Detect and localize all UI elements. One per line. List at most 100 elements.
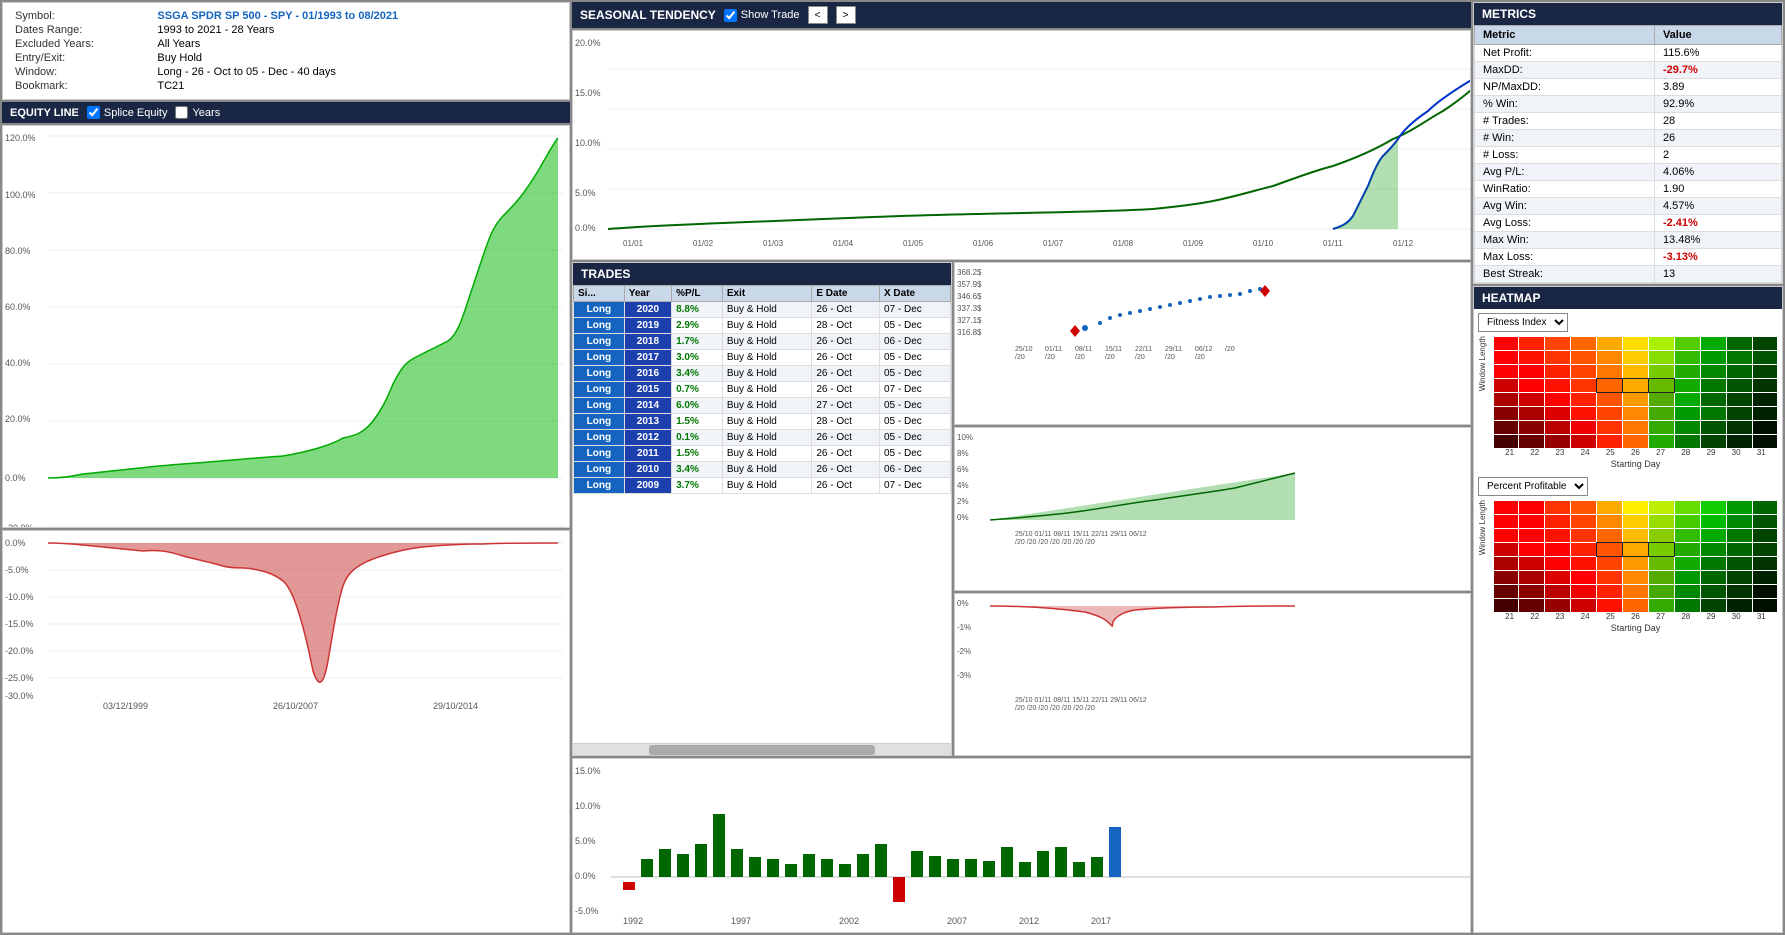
heatmap-cell[interactable] — [1701, 393, 1726, 406]
heatmap-cell[interactable] — [1519, 365, 1544, 378]
heatmap-cell[interactable] — [1623, 351, 1648, 364]
heatmap-cell[interactable] — [1571, 407, 1596, 420]
heatmap-cell[interactable] — [1571, 501, 1596, 514]
heatmap-cell[interactable] — [1494, 421, 1519, 434]
heatmap-cell[interactable] — [1571, 571, 1596, 584]
trades-table-wrap[interactable]: Si... Year %P/L Exit E Date X Date Long … — [573, 285, 951, 743]
heatmap-cell[interactable] — [1649, 365, 1674, 378]
heatmap-cell[interactable] — [1675, 365, 1700, 378]
heatmap-cell[interactable] — [1675, 351, 1700, 364]
heatmap-cell[interactable] — [1701, 515, 1726, 528]
heatmap-cell[interactable] — [1727, 557, 1752, 570]
heatmap-cell[interactable] — [1649, 501, 1674, 514]
heatmap-cell[interactable] — [1519, 393, 1544, 406]
heatmap-cell[interactable] — [1649, 351, 1674, 364]
heatmap-cell[interactable] — [1753, 337, 1778, 350]
heatmap-cell[interactable] — [1597, 529, 1622, 542]
heatmap-cell[interactable] — [1494, 529, 1519, 542]
heatmap-cell[interactable] — [1701, 501, 1726, 514]
heatmap-cell[interactable] — [1727, 379, 1752, 392]
heatmap-cell[interactable] — [1701, 571, 1726, 584]
heatmap-cell[interactable] — [1545, 585, 1570, 598]
heatmap-cell[interactable] — [1753, 421, 1778, 434]
years-checkbox[interactable] — [175, 106, 188, 119]
heatmap-cell[interactable] — [1545, 529, 1570, 542]
heatmap-cell[interactable] — [1623, 435, 1648, 448]
heatmap-cell[interactable] — [1649, 599, 1674, 612]
heatmap-cell[interactable] — [1571, 585, 1596, 598]
table-row[interactable]: Long 2018 1.7% Buy & Hold 26 - Oct 06 - … — [574, 334, 951, 350]
heatmap-cell[interactable] — [1494, 351, 1519, 364]
heatmap-cell[interactable] — [1519, 529, 1544, 542]
splice-equity-label[interactable]: Splice Equity — [87, 106, 168, 119]
table-row[interactable]: Long 2020 8.8% Buy & Hold 26 - Oct 07 - … — [574, 302, 951, 318]
heatmap-cell[interactable] — [1727, 529, 1752, 542]
heatmap-cell[interactable] — [1623, 571, 1648, 584]
table-row[interactable]: Long 2009 3.7% Buy & Hold 26 - Oct 07 - … — [574, 478, 951, 494]
table-row[interactable]: Long 2012 0.1% Buy & Hold 26 - Oct 05 - … — [574, 430, 951, 446]
heatmap-cell[interactable] — [1675, 407, 1700, 420]
heatmap-cell[interactable] — [1623, 599, 1648, 612]
heatmap-cell[interactable] — [1649, 543, 1674, 556]
heatmap-cell[interactable] — [1727, 421, 1752, 434]
heatmap-cell[interactable] — [1727, 365, 1752, 378]
heatmap-cell[interactable] — [1753, 599, 1778, 612]
heatmap-cell[interactable] — [1649, 585, 1674, 598]
heatmap-cell[interactable] — [1675, 571, 1700, 584]
heatmap-cell[interactable] — [1753, 585, 1778, 598]
heatmap-cell[interactable] — [1494, 407, 1519, 420]
heatmap-cell[interactable] — [1545, 435, 1570, 448]
heatmap-cell[interactable] — [1597, 585, 1622, 598]
heatmap-cell[interactable] — [1675, 501, 1700, 514]
heatmap-cell[interactable] — [1753, 543, 1778, 556]
heatmap-cell[interactable] — [1701, 543, 1726, 556]
heatmap-cell[interactable] — [1597, 379, 1622, 392]
heatmap-cell[interactable] — [1675, 543, 1700, 556]
heatmap-cell[interactable] — [1701, 379, 1726, 392]
heatmap-cell[interactable] — [1597, 557, 1622, 570]
heatmap-cell[interactable] — [1675, 337, 1700, 350]
heatmap-cell[interactable] — [1727, 337, 1752, 350]
heatmap-cell[interactable] — [1597, 351, 1622, 364]
heatmap-cell[interactable] — [1649, 407, 1674, 420]
heatmap-cell[interactable] — [1753, 571, 1778, 584]
heatmap-cell[interactable] — [1623, 379, 1648, 392]
heatmap-cell[interactable] — [1649, 571, 1674, 584]
heatmap-cell[interactable] — [1623, 421, 1648, 434]
heatmap-cell[interactable] — [1597, 571, 1622, 584]
heatmap-cell[interactable] — [1623, 585, 1648, 598]
heatmap-cell[interactable] — [1571, 529, 1596, 542]
heatmap-cell[interactable] — [1701, 435, 1726, 448]
heatmap-cell[interactable] — [1727, 351, 1752, 364]
heatmap-cell[interactable] — [1597, 543, 1622, 556]
heatmap-cell[interactable] — [1519, 585, 1544, 598]
years-label[interactable]: Years — [175, 106, 220, 119]
heatmap-cell[interactable] — [1571, 393, 1596, 406]
heatmap-cell[interactable] — [1545, 379, 1570, 392]
heatmap-cell[interactable] — [1597, 393, 1622, 406]
heatmap-cell[interactable] — [1675, 529, 1700, 542]
heatmap-cell[interactable] — [1545, 393, 1570, 406]
table-row[interactable]: Long 2015 0.7% Buy & Hold 26 - Oct 07 - … — [574, 382, 951, 398]
heatmap-cell[interactable] — [1494, 379, 1519, 392]
heatmap-cell[interactable] — [1597, 599, 1622, 612]
heatmap-cell[interactable] — [1753, 393, 1778, 406]
heatmap-cell[interactable] — [1701, 337, 1726, 350]
heatmap-cell[interactable] — [1597, 337, 1622, 350]
splice-equity-checkbox[interactable] — [87, 106, 100, 119]
heatmap-cell[interactable] — [1597, 407, 1622, 420]
heatmap-cell[interactable] — [1545, 543, 1570, 556]
heatmap-cell[interactable] — [1571, 365, 1596, 378]
heatmap-cell[interactable] — [1597, 501, 1622, 514]
heatmap-cell[interactable] — [1727, 599, 1752, 612]
heatmap-cell[interactable] — [1753, 529, 1778, 542]
heatmap-cell[interactable] — [1519, 515, 1544, 528]
heatmap-cell[interactable] — [1519, 379, 1544, 392]
heatmap-cell[interactable] — [1519, 557, 1544, 570]
heatmap-cell[interactable] — [1597, 421, 1622, 434]
heatmap-cell[interactable] — [1519, 337, 1544, 350]
table-row[interactable]: Long 2019 2.9% Buy & Hold 28 - Oct 05 - … — [574, 318, 951, 334]
heatmap-cell[interactable] — [1649, 393, 1674, 406]
heatmap-cell[interactable] — [1675, 557, 1700, 570]
heatmap-cell[interactable] — [1571, 421, 1596, 434]
